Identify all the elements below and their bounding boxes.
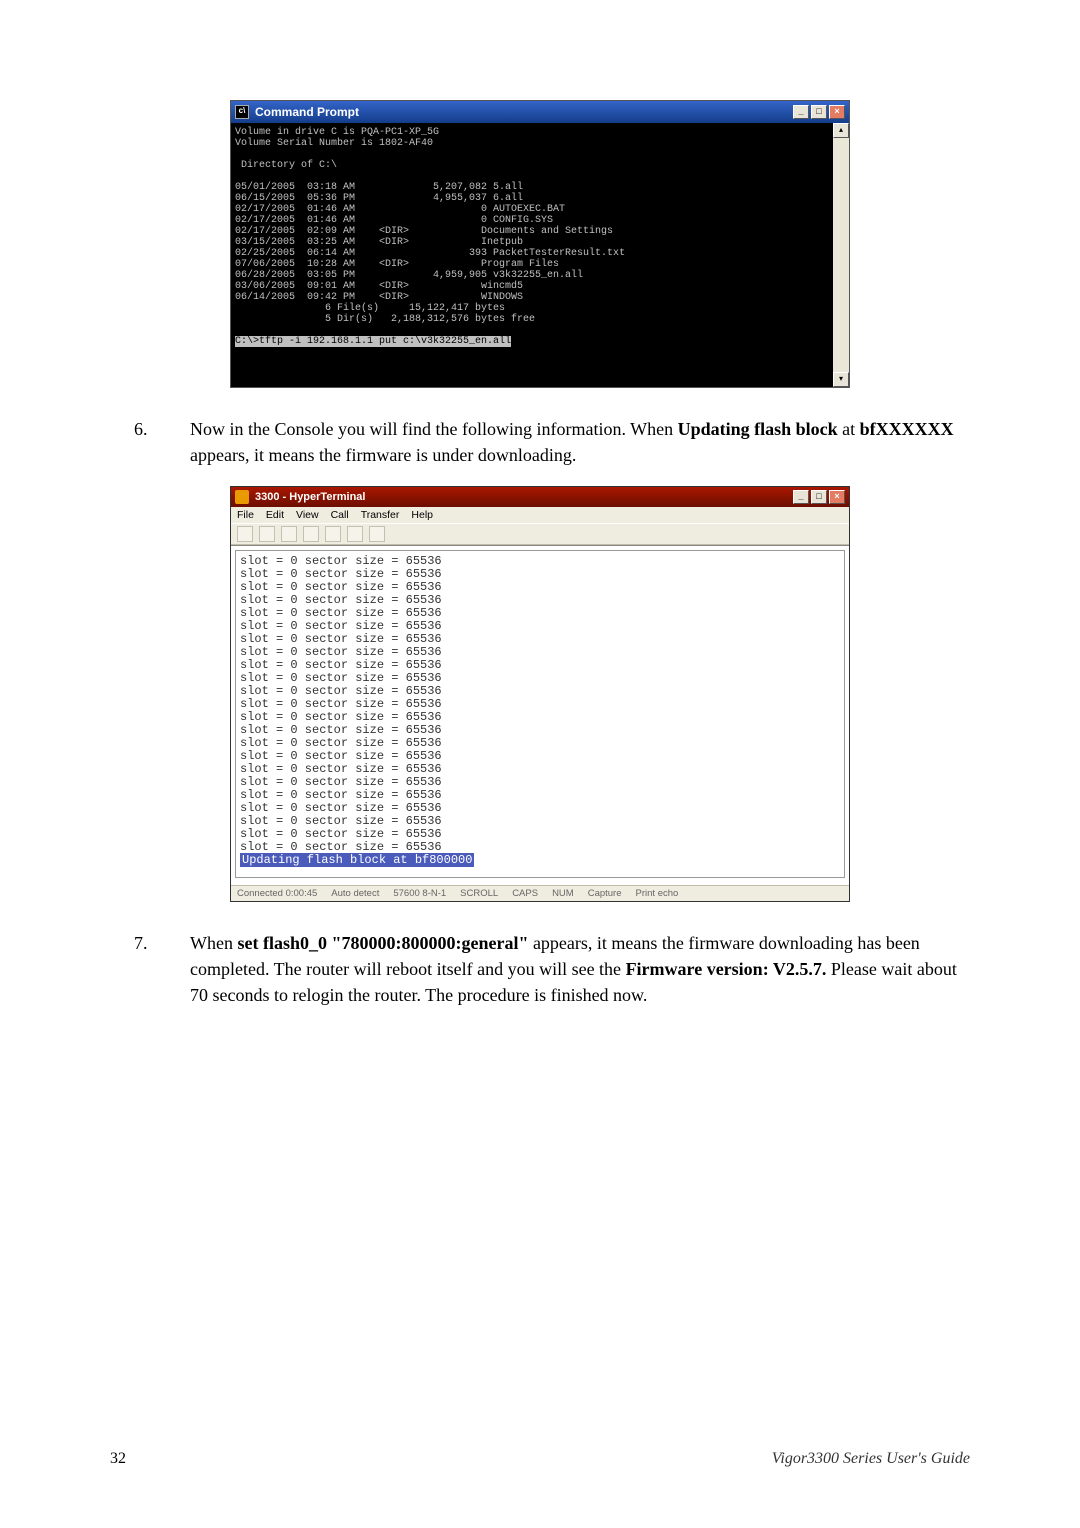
- receive-icon[interactable]: [347, 526, 363, 542]
- guide-title: Vigor3300 Series User's Guide: [772, 1450, 970, 1468]
- hyper-menubar[interactable]: File Edit View Call Transfer Help: [231, 507, 849, 523]
- step-7-bold-2: Firmware version: V2.5.7.: [626, 959, 827, 979]
- cmd-scrollbar[interactable]: ▴ ▾: [833, 123, 849, 387]
- menu-edit[interactable]: Edit: [266, 509, 284, 521]
- cmd-serial-line: Volume Serial Number is 1802-AF40: [235, 138, 433, 149]
- step-6-text-1: Now in the Console you will find the fol…: [190, 419, 678, 439]
- status-cell-2: 57600 8-N-1: [393, 888, 446, 899]
- status-cell-4: CAPS: [512, 888, 538, 899]
- command-prompt-window: c\ Command Prompt _ □ × Volume in drive …: [230, 100, 850, 388]
- cmd-titlebar: c\ Command Prompt _ □ ×: [231, 101, 849, 123]
- status-cell-3: SCROLL: [460, 888, 498, 899]
- status-cell-7: Print echo: [636, 888, 679, 899]
- send-icon[interactable]: [325, 526, 341, 542]
- connect-icon[interactable]: [281, 526, 297, 542]
- step-6-text-2: at: [838, 419, 860, 439]
- cmd-output: Volume in drive C is PQA-PC1-XP_5G Volum…: [231, 123, 833, 387]
- status-cell-1: Auto detect: [331, 888, 379, 899]
- menu-call[interactable]: Call: [331, 509, 349, 521]
- hyper-title: 3300 - HyperTerminal: [255, 491, 793, 503]
- step-7-bold-1: set flash0_0 "780000:800000:general": [237, 933, 528, 953]
- step-6-bold-1: Updating flash block: [678, 419, 838, 439]
- hyper-terminal-inner: slot = 0 sector size = 65536 slot = 0 se…: [235, 550, 845, 878]
- cmd-window-controls: _ □ ×: [793, 105, 845, 119]
- cmd-title: Command Prompt: [255, 105, 793, 119]
- updating-flash-line: Updating flash block at bf800000: [240, 853, 474, 867]
- close-button[interactable]: ×: [829, 490, 845, 504]
- menu-file[interactable]: File: [237, 509, 254, 521]
- hyper-toolbar: [231, 523, 849, 545]
- cmd-prompt-line: C:\>tftp -i 192.168.1.1 put c:\v3k32255_…: [235, 336, 511, 347]
- status-cell-5: NUM: [552, 888, 574, 899]
- menu-help[interactable]: Help: [411, 509, 433, 521]
- step-7-paragraph: 7.When set flash0_0 "780000:800000:gener…: [190, 930, 970, 1008]
- page-footer: 32 Vigor3300 Series User's Guide: [110, 1450, 970, 1468]
- cmd-body: Volume in drive C is PQA-PC1-XP_5G Volum…: [231, 123, 849, 387]
- hyper-titlebar: 3300 - HyperTerminal _ □ ×: [231, 487, 849, 507]
- close-button[interactable]: ×: [829, 105, 845, 119]
- maximize-button[interactable]: □: [811, 490, 827, 504]
- minimize-button[interactable]: _: [793, 105, 809, 119]
- step-7-number: 7.: [162, 930, 190, 956]
- scroll-down-button[interactable]: ▾: [833, 372, 849, 387]
- cmd-listing: 05/01/2005 03:18 AM 5,207,082 5.all 06/1…: [235, 182, 625, 325]
- step-6-bold-2: bfXXXXXX: [860, 419, 954, 439]
- page-number: 32: [110, 1450, 126, 1468]
- hyper-window-controls: _ □ ×: [793, 490, 845, 504]
- menu-transfer[interactable]: Transfer: [361, 509, 400, 521]
- menu-view[interactable]: View: [296, 509, 319, 521]
- step-7-text-1: When: [190, 933, 237, 953]
- hyperterminal-window: 3300 - HyperTerminal _ □ × File Edit View C…: [230, 486, 850, 902]
- status-cell-6: Capture: [588, 888, 622, 899]
- maximize-button[interactable]: □: [811, 105, 827, 119]
- new-icon[interactable]: [237, 526, 253, 542]
- hyper-terminal-body: slot = 0 sector size = 65536 slot = 0 se…: [231, 545, 849, 885]
- hyper-statusbar: Connected 0:00:45 Auto detect 57600 8-N-1 S…: [231, 885, 849, 901]
- disconnect-icon[interactable]: [303, 526, 319, 542]
- step-6-paragraph: 6.Now in the Console you will find the f…: [190, 416, 970, 468]
- open-icon[interactable]: [259, 526, 275, 542]
- cmd-dirof: Directory of C:\: [235, 160, 337, 171]
- cmd-icon: c\: [235, 105, 249, 119]
- minimize-button[interactable]: _: [793, 490, 809, 504]
- status-cell-0: Connected 0:00:45: [237, 888, 317, 899]
- slot-lines: slot = 0 sector size = 65536 slot = 0 se…: [240, 555, 840, 854]
- hyperterminal-icon: [235, 490, 249, 504]
- step-6-number: 6.: [162, 416, 190, 442]
- step-6-text-3: appears, it means the firmware is under …: [190, 445, 576, 465]
- cmd-volume-line: Volume in drive C is PQA-PC1-XP_5G: [235, 127, 439, 138]
- scroll-up-button[interactable]: ▴: [833, 123, 849, 138]
- properties-icon[interactable]: [369, 526, 385, 542]
